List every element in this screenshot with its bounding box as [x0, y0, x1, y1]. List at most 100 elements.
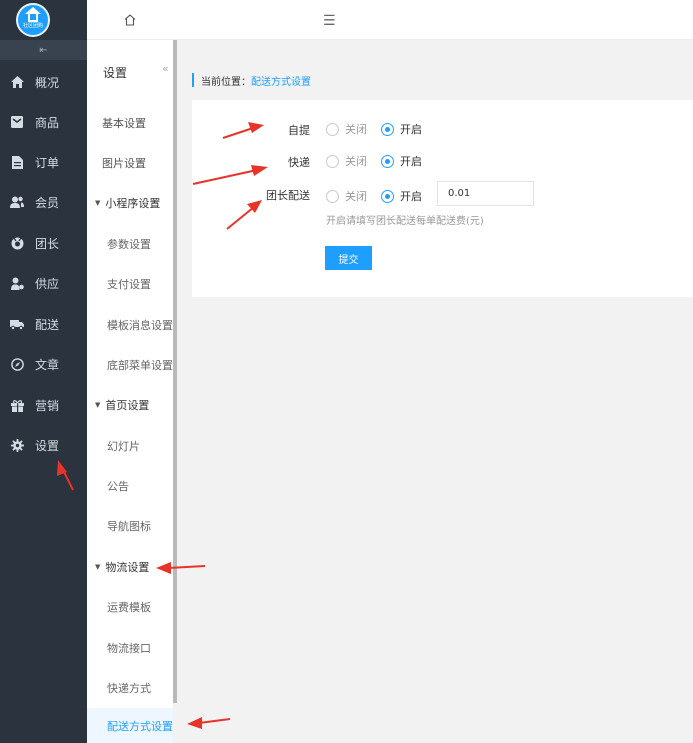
express-on-radio[interactable]: 开启 — [381, 153, 422, 169]
submenu-item-slides[interactable]: 幻灯片 — [87, 426, 173, 466]
radio-circle — [326, 189, 339, 203]
collapse-left-icon[interactable]: ⇤ — [0, 40, 87, 60]
truck-icon — [10, 317, 24, 331]
settings-submenu: 设置 基本设置 图片设置 ▼ 小程序设置 参数设置 支付设置 模板消息设置 底部菜… — [87, 0, 173, 743]
nav-item-delivery[interactable]: 配送 — [0, 304, 87, 344]
nav-label: 团长 — [35, 236, 60, 251]
submenu-item-label: 基本设置 — [102, 117, 146, 130]
logo[interactable]: 社区团购 — [16, 3, 50, 37]
radio-circle — [326, 122, 339, 136]
submenu-item-label: 运费模板 — [107, 601, 151, 614]
caret-down-icon: ▼ — [95, 401, 101, 409]
nav-label: 订单 — [35, 155, 60, 170]
supplier-icon — [10, 276, 24, 290]
nav-item-overview[interactable]: 概况 — [0, 62, 87, 102]
submenu-item-label: 支付设置 — [107, 278, 151, 291]
caret-down-icon: ▼ — [95, 563, 101, 571]
radio-label: 关闭 — [345, 190, 367, 203]
radio-label: 开启 — [400, 190, 422, 203]
pickup-off-radio[interactable]: 关闭 — [326, 121, 367, 137]
main-sidebar: 社区团购 ⇤ 概况 商品 订单 会员 团长 供应 配送 文章 营销 设置 — [0, 0, 87, 743]
submenu-item-express[interactable]: 快递方式 — [87, 668, 173, 708]
users-icon — [10, 195, 24, 209]
submenu-item-label: 图片设置 — [102, 157, 146, 170]
caret-down-icon: ▼ — [95, 199, 101, 207]
annotation-arrow — [187, 717, 231, 729]
gear-icon — [10, 438, 24, 452]
submenu-item-label: 导航图标 — [107, 520, 151, 533]
delivery-fee-input[interactable] — [437, 181, 534, 206]
submenu-item-images[interactable]: 图片设置 — [87, 143, 173, 183]
submenu-item-label: 模板消息设置 — [107, 319, 173, 332]
nav-item-settings[interactable]: 设置 — [0, 425, 87, 465]
submenu-item-bottom-menu[interactable]: 底部菜单设置 — [87, 345, 173, 385]
hamburger-icon[interactable]: ☰ — [323, 13, 336, 29]
breadcrumb: 当前位置： 配送方式设置 — [192, 73, 311, 88]
submenu-item-payment[interactable]: 支付设置 — [87, 264, 173, 304]
nav-label: 文章 — [35, 357, 60, 372]
medal-icon — [10, 236, 24, 250]
submenu-item-template-msg[interactable]: 模板消息设置 — [87, 305, 173, 345]
box-icon — [10, 115, 24, 129]
breadcrumb-prefix: 当前位置： — [201, 76, 251, 88]
submit-button[interactable]: 提交 — [325, 246, 372, 270]
submenu-item-label: 快递方式 — [107, 682, 151, 695]
pickup-label: 自提 — [288, 124, 310, 137]
nav-item-articles[interactable]: 文章 — [0, 344, 87, 384]
nav-item-members[interactable]: 会员 — [0, 182, 87, 222]
nav-label: 商品 — [35, 115, 60, 130]
radio-label: 开启 — [400, 123, 422, 136]
nav-label: 配送 — [35, 317, 60, 332]
express-label: 快递 — [288, 156, 310, 169]
leader-delivery-off-radio[interactable]: 关闭 — [326, 188, 367, 204]
document-icon — [10, 155, 24, 169]
home-icon — [10, 75, 24, 89]
compass-icon — [10, 357, 24, 371]
radio-label: 关闭 — [345, 155, 367, 168]
nav-item-leader[interactable]: 团长 — [0, 223, 87, 263]
nav-label: 设置 — [35, 438, 60, 453]
home-outline-icon — [124, 13, 136, 26]
submenu-title: 设置 — [103, 66, 128, 80]
nav-label: 供应 — [35, 276, 60, 291]
submenu-item-label: 物流接口 — [107, 642, 151, 655]
radio-circle — [381, 189, 394, 203]
radio-circle — [381, 154, 394, 168]
submenu-item-notice[interactable]: 公告 — [87, 466, 173, 506]
logo-text: 社区团购 — [22, 23, 43, 29]
breadcrumb-current[interactable]: 配送方式设置 — [251, 73, 311, 88]
gift-icon — [10, 398, 24, 412]
submenu-group-miniprogram[interactable]: ▼ 小程序设置 — [87, 183, 173, 223]
submenu-item-delivery-methods[interactable]: 配送方式设置 — [87, 708, 173, 743]
submenu-item-label: 底部菜单设置 — [107, 359, 173, 372]
leader-delivery-label: 团长配送 — [266, 189, 310, 202]
radio-circle — [381, 122, 394, 136]
nav-item-goods[interactable]: 商品 — [0, 102, 87, 142]
submenu-item-nav-icons[interactable]: 导航图标 — [87, 506, 173, 546]
submenu-item-logistics-api[interactable]: 物流接口 — [87, 628, 173, 668]
submenu-group-logistics[interactable]: ▼ 物流设置 — [87, 547, 173, 587]
nav-item-supply[interactable]: 供应 — [0, 263, 87, 303]
nav-label: 营销 — [35, 398, 60, 413]
radio-label: 开启 — [400, 155, 422, 168]
radio-circle — [326, 154, 339, 168]
submenu-item-params[interactable]: 参数设置 — [87, 224, 173, 264]
top-bar: ☰ — [173, 0, 693, 40]
home-button[interactable] — [87, 0, 173, 40]
submenu-scrollbar[interactable] — [173, 40, 177, 703]
submenu-item-label: 首页设置 — [105, 399, 150, 412]
submenu-item-label: 配送方式设置 — [107, 719, 173, 733]
nav-label: 会员 — [35, 195, 60, 210]
nav-item-orders[interactable]: 订单 — [0, 142, 87, 182]
submenu-item-freight-template[interactable]: 运费模板 — [87, 587, 173, 627]
submenu-item-basic[interactable]: 基本设置 — [87, 103, 173, 143]
double-chevron-left-icon[interactable]: « — [162, 62, 169, 75]
submenu-item-label: 参数设置 — [107, 238, 151, 251]
submenu-group-homepage[interactable]: ▼ 首页设置 — [87, 385, 173, 425]
express-off-radio[interactable]: 关闭 — [326, 153, 367, 169]
leader-delivery-on-radio[interactable]: 开启 — [381, 188, 422, 204]
nav-label: 概况 — [35, 75, 60, 90]
submenu-item-label: 物流设置 — [105, 561, 150, 574]
nav-item-marketing[interactable]: 营销 — [0, 385, 87, 425]
pickup-on-radio[interactable]: 开启 — [381, 121, 422, 137]
